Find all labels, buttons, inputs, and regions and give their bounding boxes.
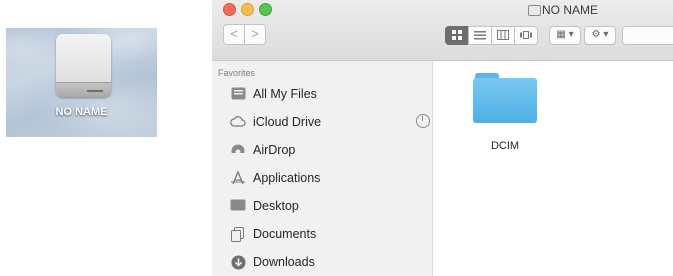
list-icon [474,31,486,40]
file-browser-content: DCIM [433,61,673,276]
sync-progress-icon [416,114,430,128]
folder-name-label[interactable]: DCIM [472,140,538,152]
sidebar-item-applications[interactable]: Applications [230,168,420,190]
sidebar-item-all-my-files[interactable]: All My Files [230,84,420,106]
title-drive-icon [528,5,541,16]
sidebar-item-icloud-drive[interactable]: iCloud Drive [230,112,430,134]
sidebar-item-desktop[interactable]: Desktop [230,196,420,218]
cover-flow-icon [520,31,532,39]
close-button[interactable] [223,3,236,16]
applications-icon [230,170,246,185]
minimize-button[interactable] [241,3,254,16]
sidebar-item-documents[interactable]: Documents [230,224,420,246]
cover-flow-view-button[interactable] [514,26,538,45]
forward-button[interactable]: > [244,24,266,45]
icon-view-button[interactable] [445,26,469,45]
sidebar-item-airdrop[interactable]: AirDrop [230,140,420,162]
desktop-drive-label: NO NAME [55,106,108,118]
grid-icon [452,30,462,40]
columns-icon [497,30,509,40]
sidebar-item-label: Desktop [253,199,299,213]
sidebar-item-label: Downloads [253,255,315,269]
window-title: NO NAME [542,3,599,17]
desktop-drive[interactable]: NO NAME [6,28,157,137]
all-files-icon [230,87,246,101]
sidebar: Favorites All My Files iCloud Drive AirD… [212,61,433,276]
downloads-icon [230,255,246,270]
external-drive-icon [56,34,111,97]
desktop-icon [230,199,246,213]
share-button[interactable] [622,26,673,45]
sidebar-item-label: All My Files [253,87,317,101]
sidebar-item-label: iCloud Drive [253,115,322,129]
title-bar: NO NAME < > ▦ ▾ ⚙ ▾ [212,0,673,61]
documents-icon [230,227,246,242]
list-view-button[interactable] [468,26,492,45]
sidebar-item-label: AirDrop [253,143,296,157]
arrange-button[interactable]: ▦ ▾ [549,26,581,45]
sidebar-section-favorites: Favorites [218,68,256,78]
folder-icon[interactable] [473,73,537,123]
back-button[interactable]: < [223,24,245,45]
finder-window: NO NAME < > ▦ ▾ ⚙ ▾ Favorites All My Fil… [212,0,673,276]
action-button[interactable]: ⚙ ▾ [584,26,616,45]
zoom-button[interactable] [259,3,272,16]
column-view-button[interactable] [491,26,515,45]
sidebar-item-label: Applications [253,171,321,185]
sidebar-item-label: Documents [253,227,317,241]
airdrop-icon [230,143,246,158]
cloud-icon [230,115,246,129]
sidebar-item-downloads[interactable]: Downloads [230,252,420,274]
